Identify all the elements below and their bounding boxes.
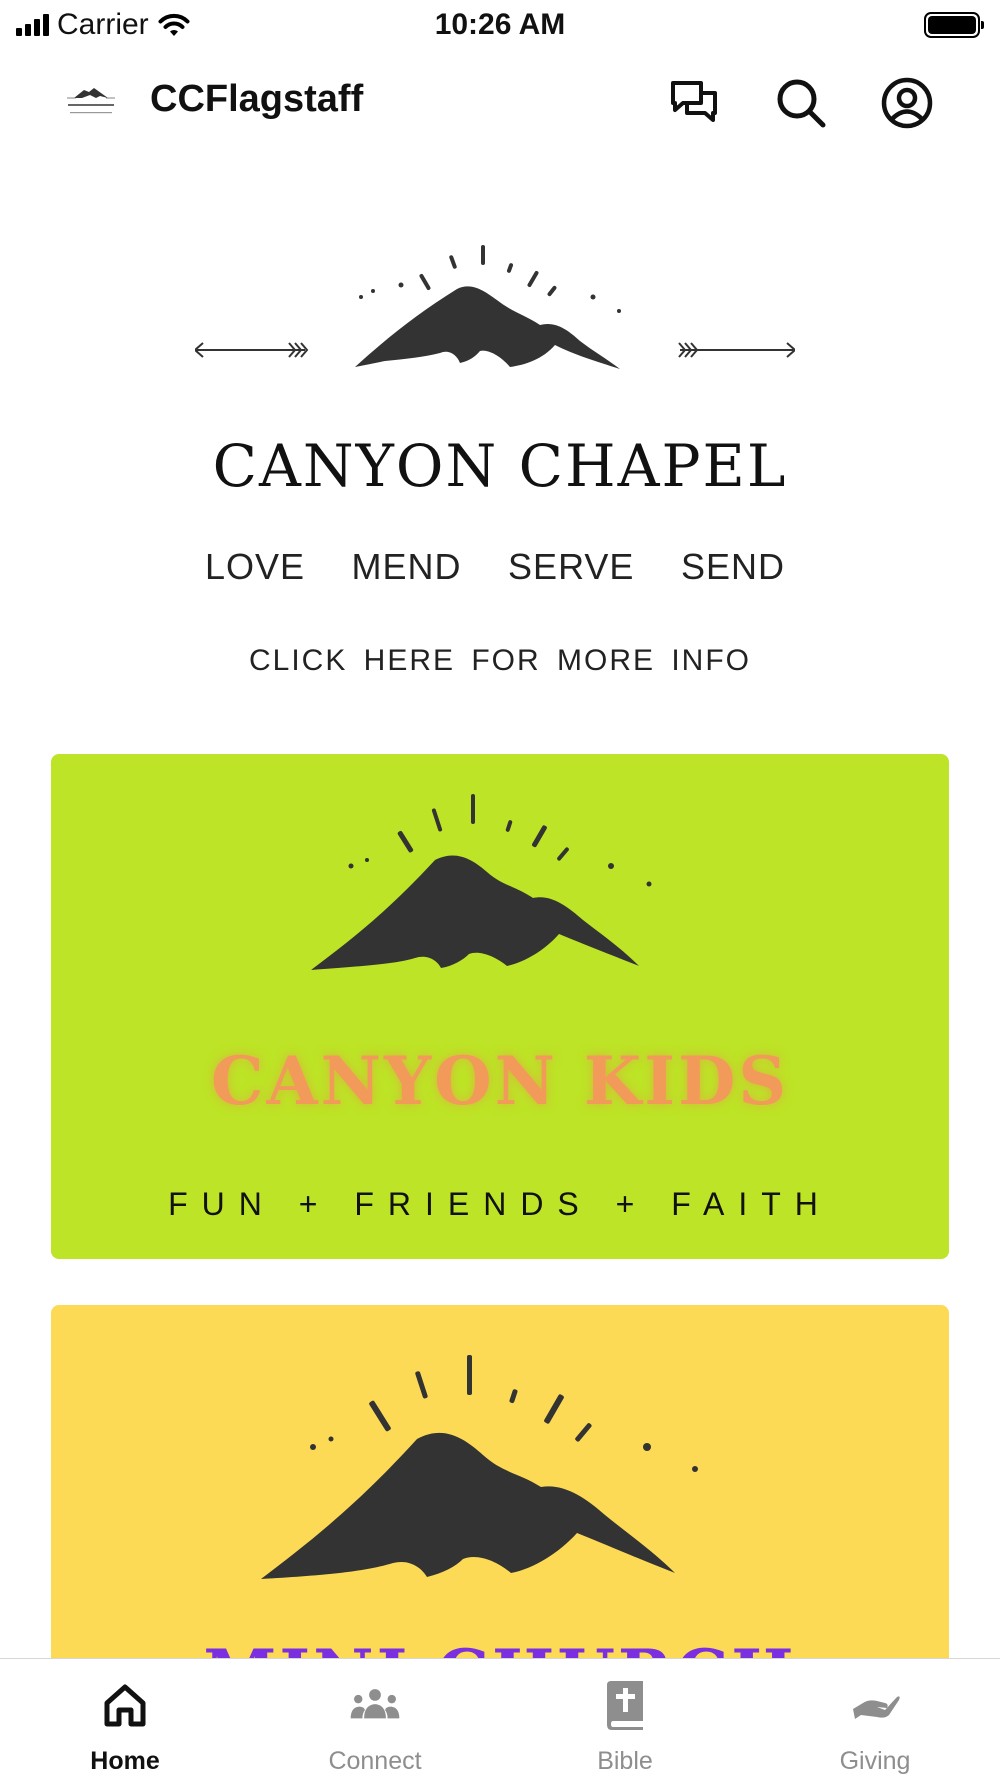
value-tag: LOVE xyxy=(205,546,306,587)
app-logo-icon[interactable] xyxy=(62,76,120,128)
tab-home[interactable]: Home xyxy=(0,1659,250,1778)
mountain-sunrise-logo-icon xyxy=(195,245,795,369)
canyon-kids-card[interactable]: CANYON KIDS FUN + FRIENDS + FAITH xyxy=(51,754,949,1259)
profile-icon[interactable] xyxy=(880,76,934,130)
value-tag: MEND xyxy=(351,546,462,587)
tab-connect[interactable]: Connect xyxy=(250,1659,500,1778)
chat-icon[interactable] xyxy=(668,76,722,130)
status-time: 10:26 AM xyxy=(434,8,566,41)
tab-bible[interactable]: Bible xyxy=(500,1659,750,1778)
search-icon[interactable] xyxy=(774,76,828,130)
bible-icon xyxy=(599,1679,651,1731)
tab-label: Bible xyxy=(597,1747,653,1775)
app-title: CCFlagstaff xyxy=(150,78,364,120)
tab-bar: Home Connect Bible Giving xyxy=(0,1658,1000,1778)
battery-icon xyxy=(924,12,984,38)
value-tag: SERVE xyxy=(508,546,635,587)
tab-giving[interactable]: Giving xyxy=(750,1659,1000,1778)
tab-label: Connect xyxy=(328,1747,422,1775)
giving-hand-icon xyxy=(849,1679,901,1731)
more-info-link[interactable]: CLICK HERE FOR MORE INFO xyxy=(0,644,1000,678)
mountain-sunrise-icon xyxy=(261,1355,698,1579)
chapel-values: LOVE MEND SERVE SEND xyxy=(205,546,785,588)
canyon-chapel-banner[interactable]: CANYON CHAPEL LOVE MEND SERVE SEND CLICK… xyxy=(0,170,1000,730)
tab-label: Home xyxy=(90,1747,160,1775)
group-icon xyxy=(349,1679,401,1731)
chapel-title: CANYON CHAPEL xyxy=(212,432,788,500)
kids-title: CANYON KIDS xyxy=(210,1042,790,1120)
home-feed[interactable]: CANYON CHAPEL LOVE MEND SERVE SEND CLICK… xyxy=(0,170,1000,1658)
mini-church-card[interactable]: MINI CHURCH xyxy=(51,1305,949,1658)
mountain-sunrise-icon xyxy=(311,794,652,970)
mini-church-title: MINI CHURCH xyxy=(51,1635,949,1658)
tab-label: Giving xyxy=(839,1747,911,1775)
app-header: CCFlagstaff xyxy=(0,62,1000,142)
status-bar: Carrier 10:26 AM xyxy=(0,0,1000,52)
home-icon xyxy=(99,1679,151,1731)
kids-subtitle: FUN + FRIENDS + FAITH xyxy=(168,1186,832,1222)
value-tag: SEND xyxy=(680,546,785,587)
